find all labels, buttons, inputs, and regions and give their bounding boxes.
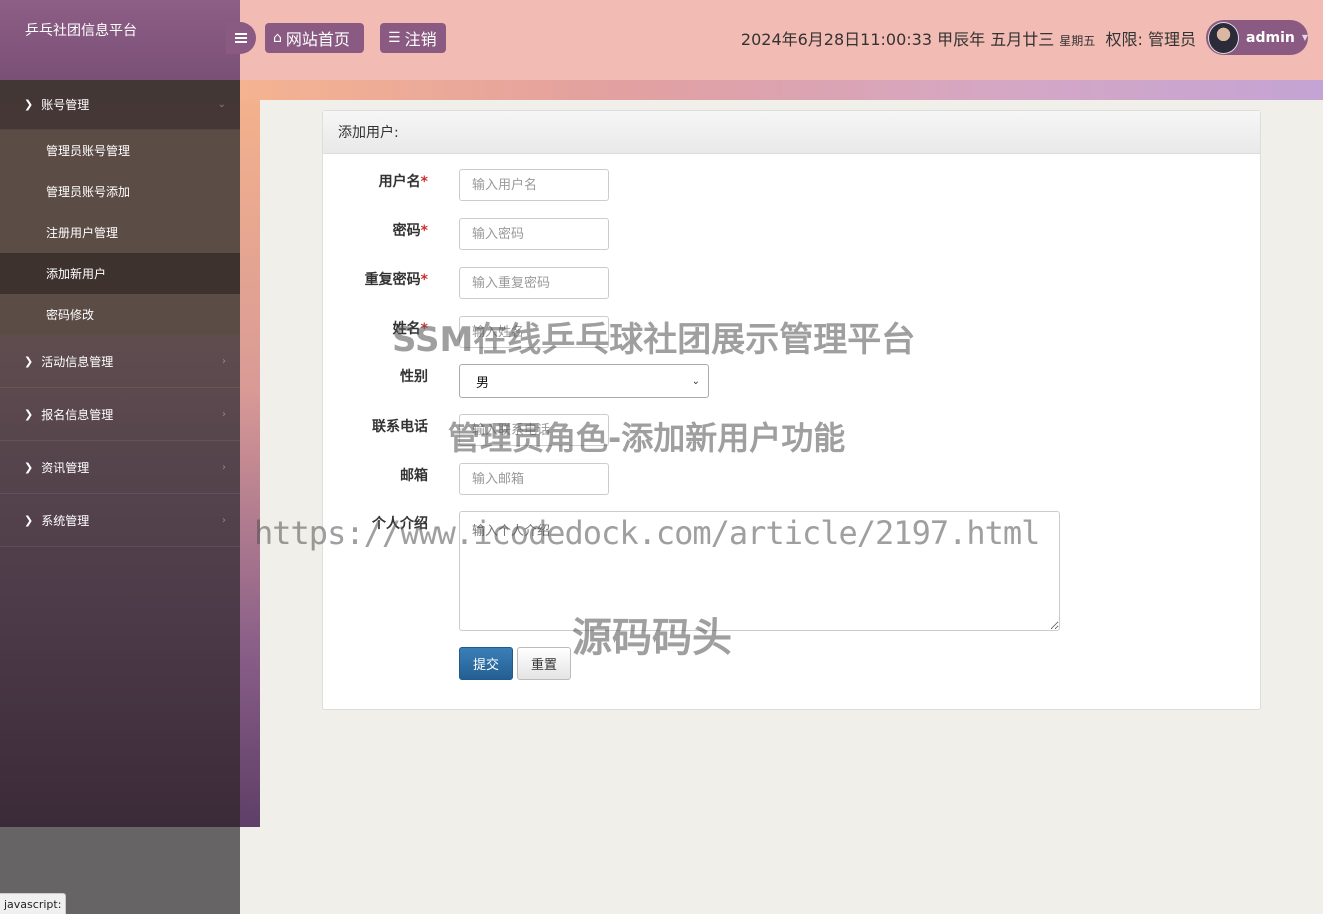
chevron-right-icon: ❯ [24, 513, 34, 527]
sidebar-group-activity[interactable]: ❯ 活动信息管理 › [0, 335, 240, 388]
header-gradient [240, 80, 1323, 100]
field-label: 联系电话 [372, 419, 428, 435]
chevron-down-icon: ⌄ [691, 375, 700, 387]
list-icon: ☰ [388, 30, 401, 46]
username-input[interactable] [459, 169, 609, 201]
sidebar-item-add-user[interactable]: 添加新用户 [0, 253, 240, 294]
password-input[interactable] [459, 218, 609, 250]
chevron-right-icon: › [222, 408, 226, 420]
sidebar-group-news[interactable]: ❯ 资讯管理 › [0, 441, 240, 494]
gender-select[interactable]: 男 ⌄ [459, 364, 709, 398]
sidebar-item-admin-manage[interactable]: 管理员账号管理 [0, 130, 240, 171]
sidebar-submenu: 管理员账号管理 管理员账号添加 注册用户管理 添加新用户 密码修改 [0, 130, 240, 335]
chevron-right-icon: ❯ [24, 460, 34, 474]
submit-button[interactable]: 提交 [459, 647, 513, 680]
field-label: 重复密码* [364, 272, 428, 288]
caret-down-icon: ▼ [1301, 33, 1308, 42]
field-label: 邮箱 [400, 468, 428, 484]
sidebar-item-admin-add[interactable]: 管理员账号添加 [0, 171, 240, 212]
name-input[interactable] [459, 316, 609, 348]
sidebar-group-label: 资讯管理 [41, 460, 90, 475]
phone-input[interactable] [459, 414, 609, 446]
home-button-label: 网站首页 [285, 30, 350, 49]
sidebar: ❯ 账号管理 ⌄ 管理员账号管理 管理员账号添加 注册用户管理 添加新用户 密码… [0, 80, 240, 827]
field-label: 个人介绍 [372, 516, 428, 532]
home-icon: ⌂ [273, 30, 282, 46]
sidebar-group-label: 系统管理 [41, 513, 90, 528]
sidebar-item-password[interactable]: 密码修改 [0, 294, 240, 335]
sidebar-item-user-manage[interactable]: 注册用户管理 [0, 212, 240, 253]
add-user-panel: 添加用户: 用户名* 密码* 重复密码* 姓名* 性别 男 ⌄ 联系电话 邮箱 … [322, 110, 1261, 710]
menu-icon [235, 33, 247, 43]
avatar [1208, 21, 1240, 54]
role: 管理员 [1147, 30, 1196, 49]
side-gradient [240, 100, 260, 827]
email-input[interactable] [459, 463, 609, 495]
home-button[interactable]: ⌂ 网站首页 [265, 23, 364, 53]
weekday: 星期五 [1059, 34, 1096, 48]
sidebar-group-account[interactable]: ❯ 账号管理 ⌄ [0, 80, 240, 130]
role-prefix: 权限: [1105, 30, 1143, 49]
chevron-down-icon: ⌄ [217, 99, 226, 110]
chevron-right-icon: › [222, 514, 226, 526]
field-label: 性别 [400, 369, 428, 385]
status-bar: javascript: [0, 893, 67, 914]
user-menu[interactable]: admin ▼ [1206, 20, 1308, 55]
chevron-right-icon: ❯ [24, 98, 34, 111]
sidebar-group-label: 活动信息管理 [41, 354, 114, 369]
chevron-right-icon: › [222, 355, 226, 367]
chevron-right-icon: ❯ [24, 354, 34, 368]
chevron-right-icon: › [222, 461, 226, 473]
sidebar-group-signup[interactable]: ❯ 报名信息管理 › [0, 388, 240, 441]
intro-textarea[interactable] [459, 511, 1060, 631]
sidebar-group-system[interactable]: ❯ 系统管理 › [0, 494, 240, 547]
header-status: 2024年6月28日11:00:33 甲辰年 五月廿三 星期五 权限: 管理员 [741, 26, 1196, 50]
logout-button[interactable]: ☰ 注销 [380, 23, 446, 53]
gender-selected-value: 男 [476, 375, 490, 391]
app-title: 乒乓社团信息平台 [0, 0, 240, 80]
field-label: 用户名* [378, 174, 428, 190]
datetime: 2024年6月28日11:00:33 甲辰年 五月廿三 [740, 30, 1055, 49]
sidebar-group-label: 报名信息管理 [41, 407, 114, 422]
field-label: 密码* [392, 223, 428, 239]
reset-button[interactable]: 重置 [517, 647, 571, 680]
logout-button-label: 注销 [404, 30, 437, 49]
sidebar-group-label: 账号管理 [41, 98, 90, 112]
repeat-password-input[interactable] [459, 267, 609, 299]
panel-title: 添加用户: [323, 111, 1260, 154]
username: admin [1246, 29, 1295, 46]
field-label: 姓名* [392, 321, 428, 337]
chevron-right-icon: ❯ [24, 407, 34, 421]
